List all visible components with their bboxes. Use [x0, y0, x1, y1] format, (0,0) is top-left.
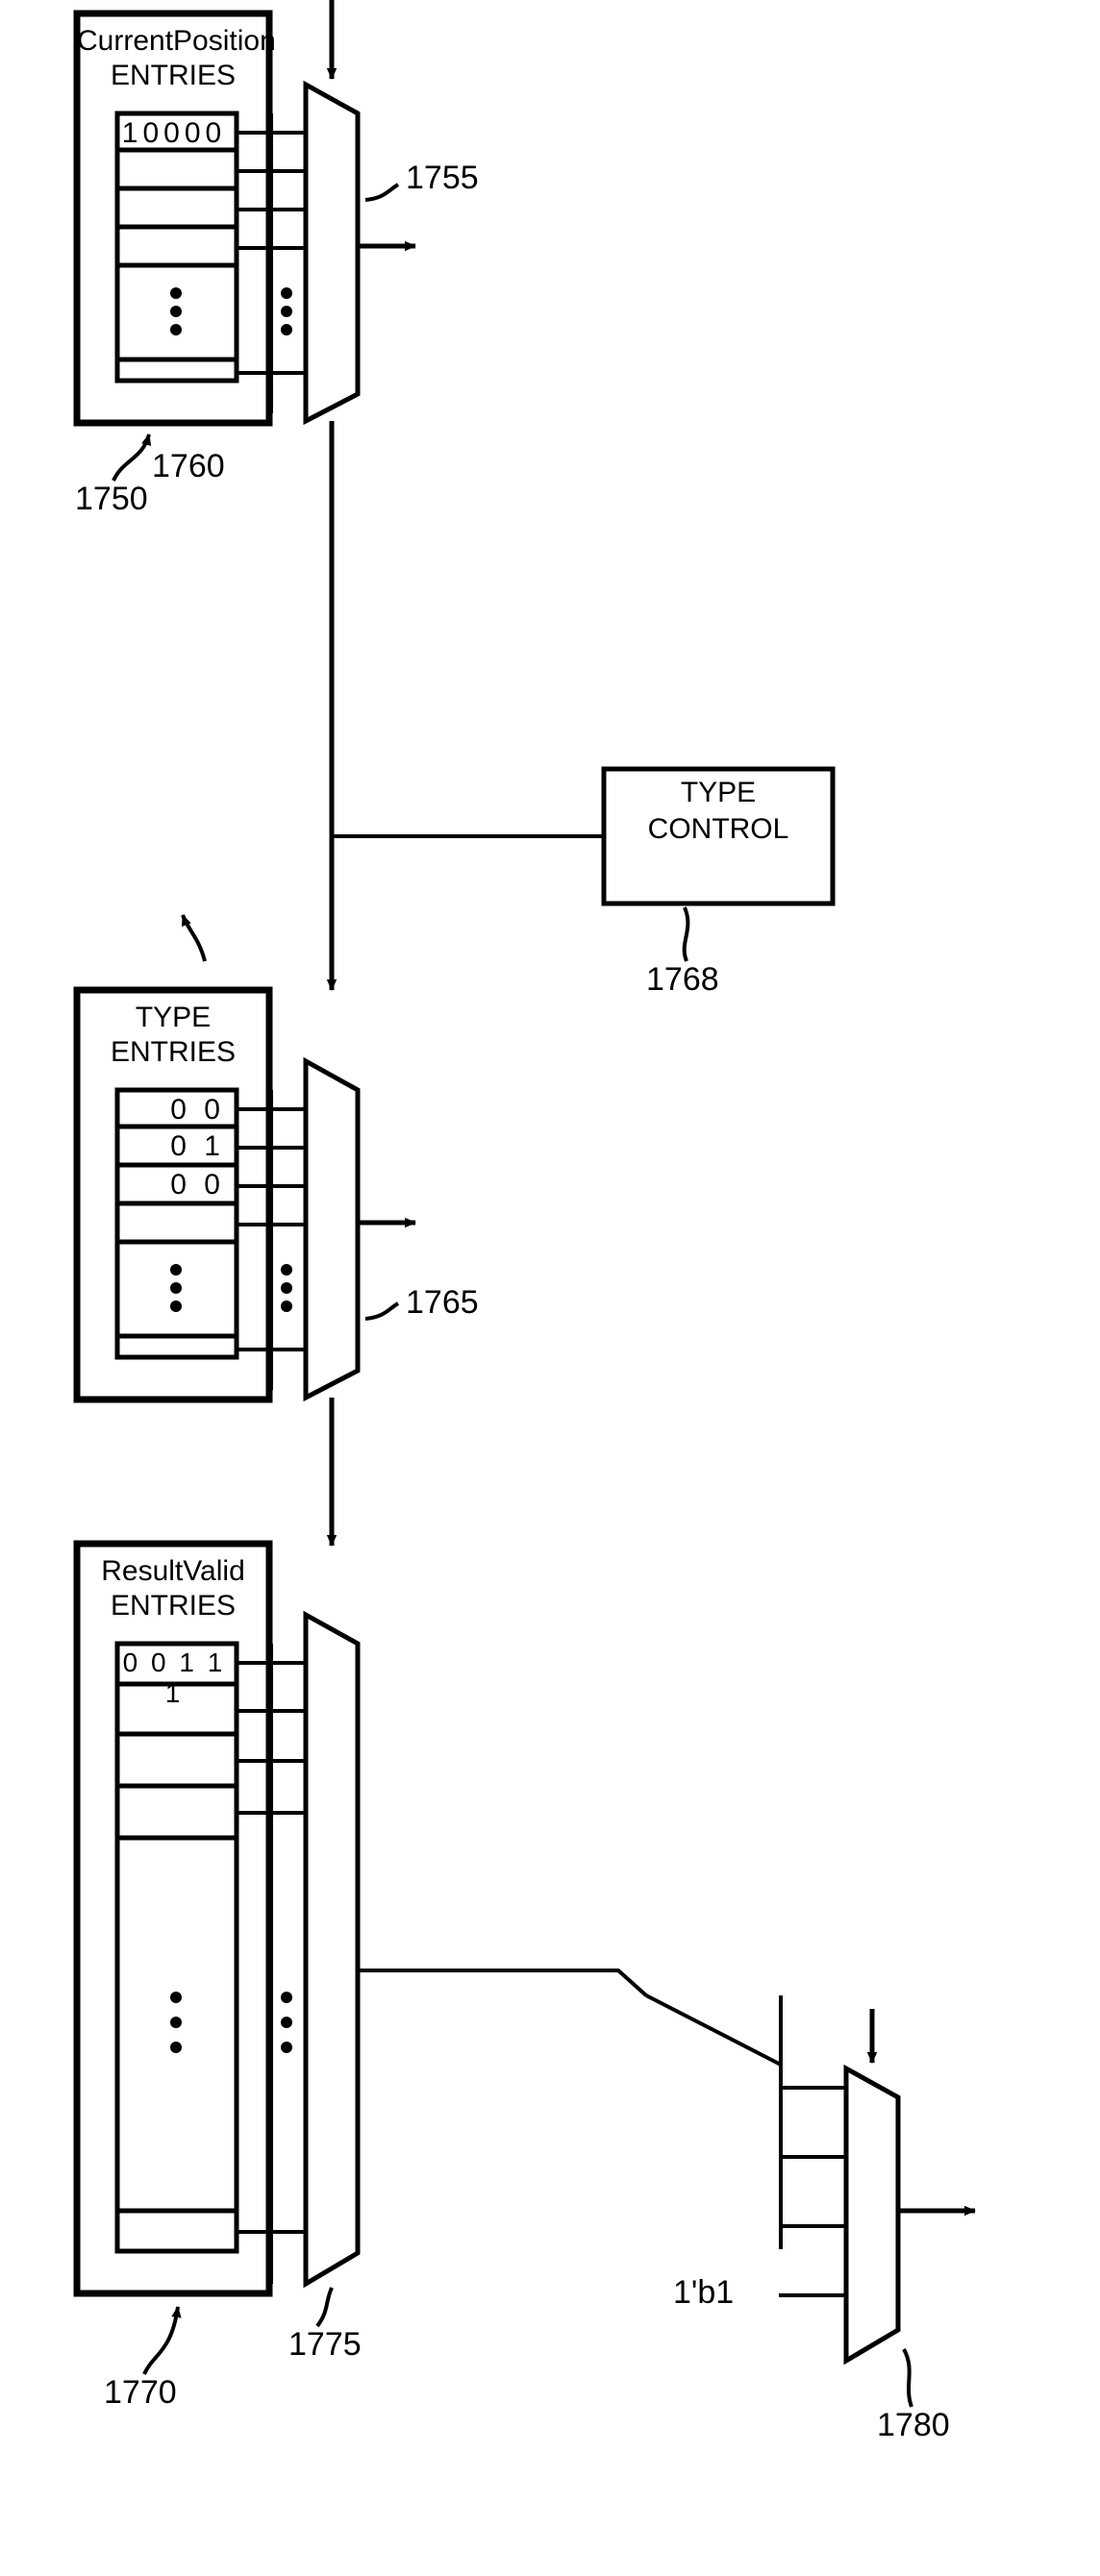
- ref-1780: 1780: [877, 2407, 950, 2443]
- leader-1750: [112, 433, 152, 482]
- leader-1770: [142, 2306, 182, 2375]
- mux-1775: [303, 1610, 361, 2328]
- entry-connectors-1755: [237, 113, 306, 413]
- entry-value: 0 0 1 1 1: [122, 1647, 226, 1708]
- figure-canvas: CurrentPosition ENTRIES 10000 1755 1750 …: [0, 0, 1100, 2576]
- entry-value: 0 0: [170, 1094, 225, 1126]
- ref-1768: 1768: [646, 961, 719, 998]
- ref-1750: 1750: [75, 481, 148, 517]
- connector-ellipsis-icon: [281, 1264, 292, 1312]
- entry-table-result-valid: [114, 1641, 239, 2254]
- type-control-label: TYPE CONTROL: [647, 777, 789, 845]
- block-title-result-valid: ResultValid ENTRIES: [101, 1555, 245, 1622]
- ref-1755: 1755: [406, 160, 479, 196]
- connector-ellipsis-icon: [281, 287, 292, 335]
- entry-value: 0 0: [170, 1169, 225, 1201]
- connector-ellipsis-icon: [281, 1992, 292, 2053]
- ref-1770: 1770: [104, 2374, 177, 2411]
- ref-1775: 1775: [288, 2326, 362, 2363]
- entries-ellipsis-icon: [170, 1992, 182, 2053]
- entry-value: 10000: [121, 117, 227, 149]
- mux-1780: [645, 1994, 976, 2408]
- leader-1760: [181, 914, 207, 962]
- ref-1765: 1765: [406, 1284, 479, 1321]
- const-input-label: 1'b1: [673, 2274, 735, 2311]
- block-title-current-position: CurrentPosition ENTRIES: [77, 25, 276, 91]
- mux-1765: [303, 1056, 416, 1402]
- entries-ellipsis-icon: [170, 1264, 182, 1312]
- entries-ellipsis-icon: [170, 287, 182, 335]
- ref-1760: 1760: [152, 448, 225, 484]
- mux-1755: [303, 0, 416, 426]
- entry-connectors-1765: [237, 1090, 306, 1390]
- entry-value: 0 1: [170, 1130, 225, 1162]
- block-title-type: TYPE ENTRIES: [110, 1002, 237, 1068]
- wire-1775-to-1780: [358, 1969, 648, 1997]
- patent-figure: [73, 0, 976, 2408]
- entry-connectors-1775: [237, 1644, 306, 2284]
- entry-table-current-position: [114, 111, 239, 384]
